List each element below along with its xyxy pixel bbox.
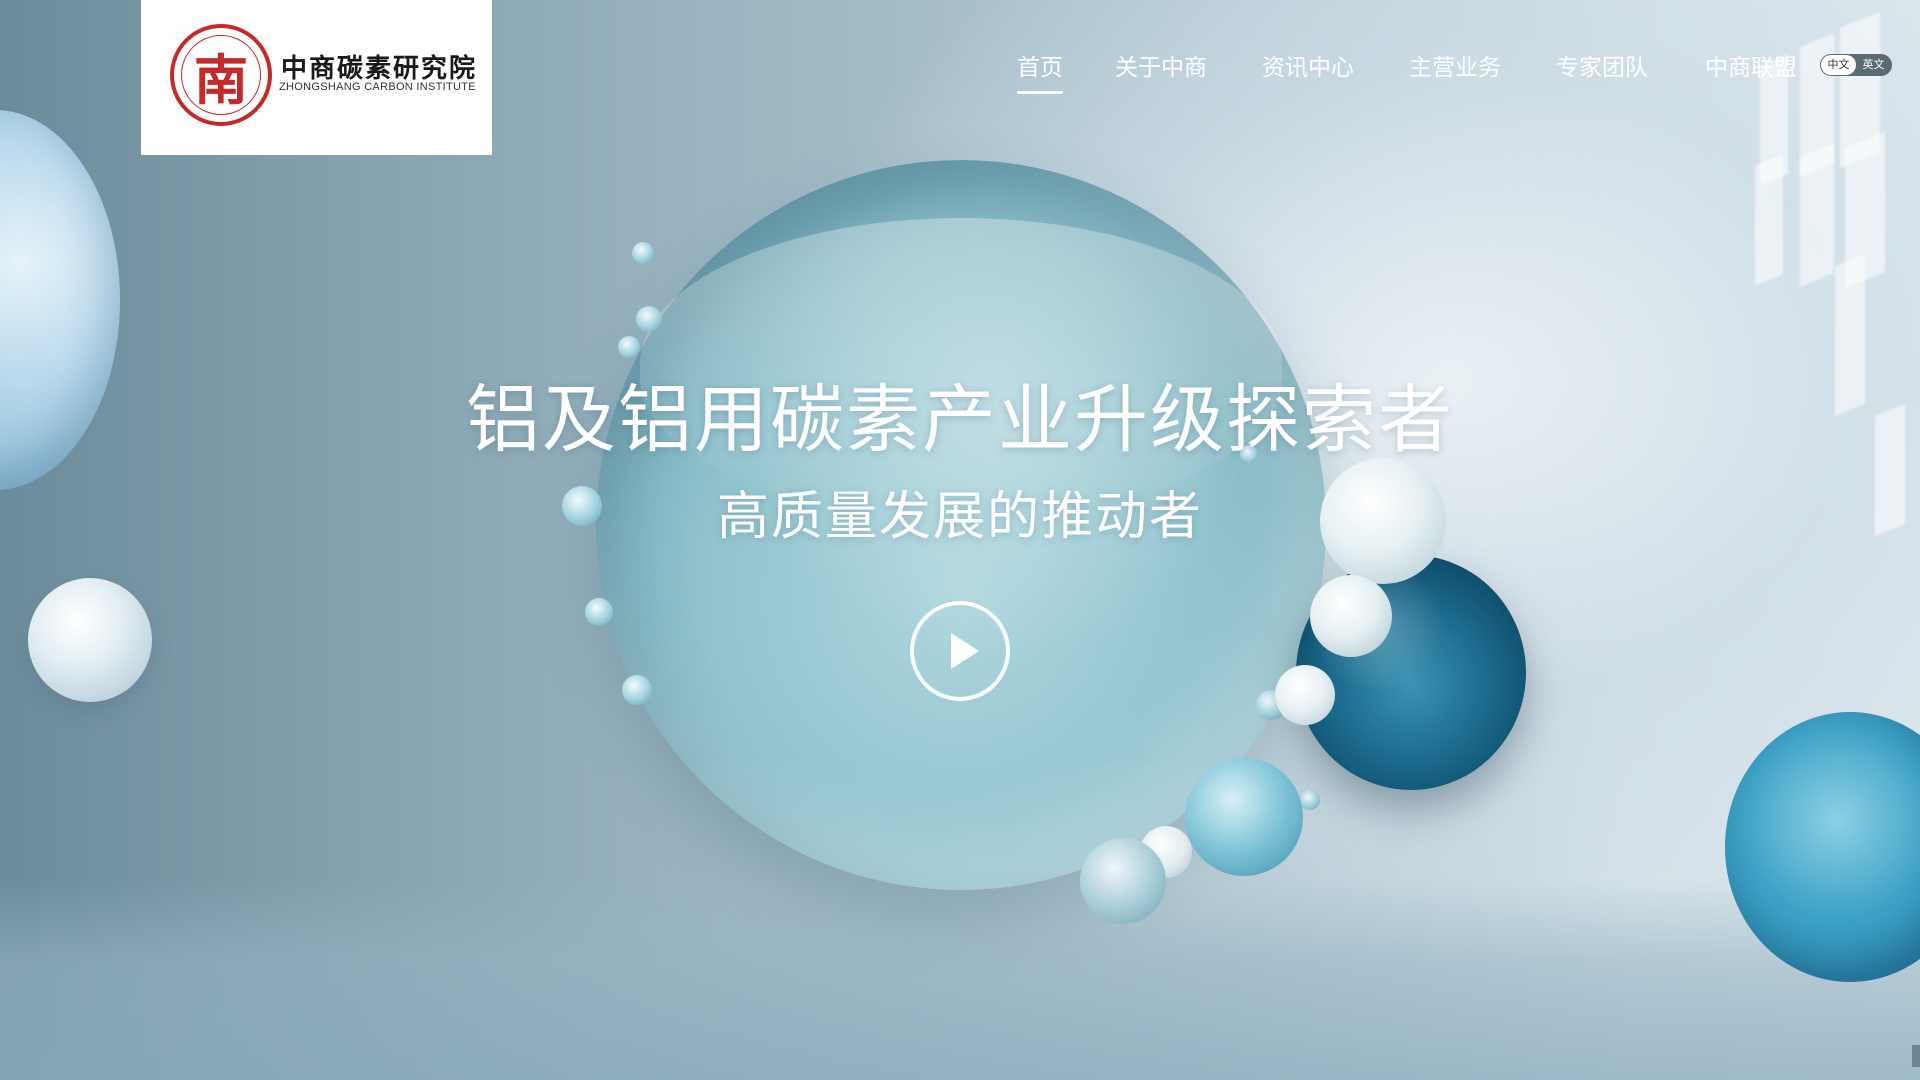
bubble (622, 675, 652, 705)
white-sphere-medium (1310, 575, 1392, 657)
hero-subtitle: 高质量发展的推动者 (716, 487, 1203, 547)
hero-banner: 南 中商碳素研究院 ZHONGSHANG CARBON INSTITUTE 首页… (0, 0, 1920, 1080)
hero-title: 铝及铝用碳素产业升级探索者 (466, 377, 1454, 463)
nav-item-alliance[interactable]: 中商联盟 (1705, 48, 1797, 82)
bubble (1300, 790, 1320, 810)
window-light-4 (1755, 154, 1783, 286)
lang-option-chinese[interactable]: 中文 (1821, 55, 1856, 75)
small-white-sphere (28, 578, 152, 702)
glass-sphere-clear (1080, 838, 1166, 924)
lang-option-english[interactable]: 英文 (1856, 55, 1891, 75)
bubble (585, 598, 613, 626)
play-video-button[interactable] (910, 601, 1010, 701)
nav-item-news[interactable]: 资讯中心 (1262, 48, 1354, 82)
scroll-handle[interactable] (1912, 1045, 1920, 1067)
language-toggle[interactable]: 中文 英文 (1820, 54, 1892, 76)
logo-emblem: 南 (170, 24, 272, 126)
bubble (618, 336, 640, 358)
nav-item-about[interactable]: 关于中商 (1115, 48, 1207, 82)
logo-name-cn: 中商碳素研究院 (281, 54, 478, 84)
window-light-5 (1800, 143, 1834, 287)
white-sphere-small (1275, 665, 1335, 725)
site-logo[interactable]: 南 中商碳素研究院 ZHONGSHANG CARBON INSTITUTE (141, 0, 492, 155)
bubble (636, 306, 662, 332)
glass-sphere-blue (1185, 758, 1303, 876)
logo-name-en: ZHONGSHANG CARBON INSTITUTE (279, 81, 476, 93)
nav-item-experts[interactable]: 专家团队 (1556, 48, 1648, 82)
play-icon (951, 633, 979, 669)
nav-item-home[interactable]: 首页 (1017, 48, 1063, 94)
bubble (632, 242, 654, 264)
nav-item-business[interactable]: 主营业务 (1409, 48, 1501, 82)
floor-reflection (0, 880, 1920, 1080)
